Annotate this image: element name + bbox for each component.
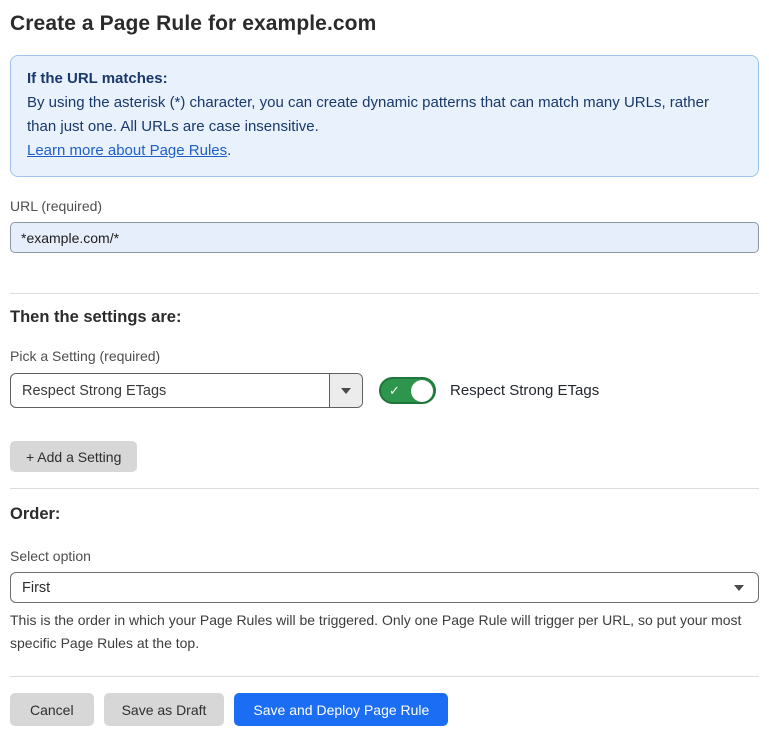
url-input[interactable] — [10, 222, 759, 253]
page-title: Create a Page Rule for example.com — [10, 12, 759, 36]
create-page-rule-form: Create a Page Rule for example.com If th… — [0, 0, 769, 738]
setting-select-value: Respect Strong ETags — [11, 374, 329, 407]
cancel-button[interactable]: Cancel — [10, 693, 94, 726]
save-as-draft-button[interactable]: Save as Draft — [104, 693, 225, 726]
setting-select-dropdown[interactable]: Respect Strong ETags — [10, 373, 363, 408]
form-actions: Cancel Save as Draft Save and Deploy Pag… — [10, 693, 759, 726]
add-setting-button[interactable]: + Add a Setting — [10, 441, 137, 472]
toggle-check-icon: ✓ — [389, 384, 400, 397]
chevron-down-icon — [341, 388, 351, 394]
settings-section-heading: Then the settings are: — [10, 308, 759, 327]
respect-strong-etags-toggle[interactable]: ✓ — [379, 377, 436, 404]
setting-picker-row: Respect Strong ETags ✓ Respect Strong ET… — [10, 373, 759, 408]
toggle-knob — [411, 380, 433, 402]
url-match-info-box: If the URL matches: By using the asteris… — [10, 55, 759, 177]
order-select-value: First — [22, 580, 50, 596]
chevron-down-icon — [734, 585, 744, 591]
save-and-deploy-button[interactable]: Save and Deploy Page Rule — [234, 693, 448, 726]
order-select-label: Select option — [10, 548, 759, 564]
pick-setting-label: Pick a Setting (required) — [10, 348, 759, 364]
setting-select-arrow-button[interactable] — [329, 374, 362, 407]
order-select-dropdown[interactable]: First — [10, 572, 759, 603]
link-period: . — [227, 142, 231, 159]
divider — [10, 488, 759, 489]
order-section-heading: Order: — [10, 505, 759, 524]
learn-more-link[interactable]: Learn more about Page Rules — [27, 142, 227, 159]
info-box-heading: If the URL matches: — [27, 67, 742, 91]
info-box-link-line: Learn more about Page Rules. — [27, 139, 742, 163]
toggle-label: Respect Strong ETags — [450, 382, 599, 399]
order-help-text: This is the order in which your Page Rul… — [10, 609, 750, 655]
divider — [10, 293, 759, 294]
info-box-body: By using the asterisk (*) character, you… — [27, 91, 742, 139]
url-field-label: URL (required) — [10, 198, 759, 214]
divider — [10, 676, 759, 677]
